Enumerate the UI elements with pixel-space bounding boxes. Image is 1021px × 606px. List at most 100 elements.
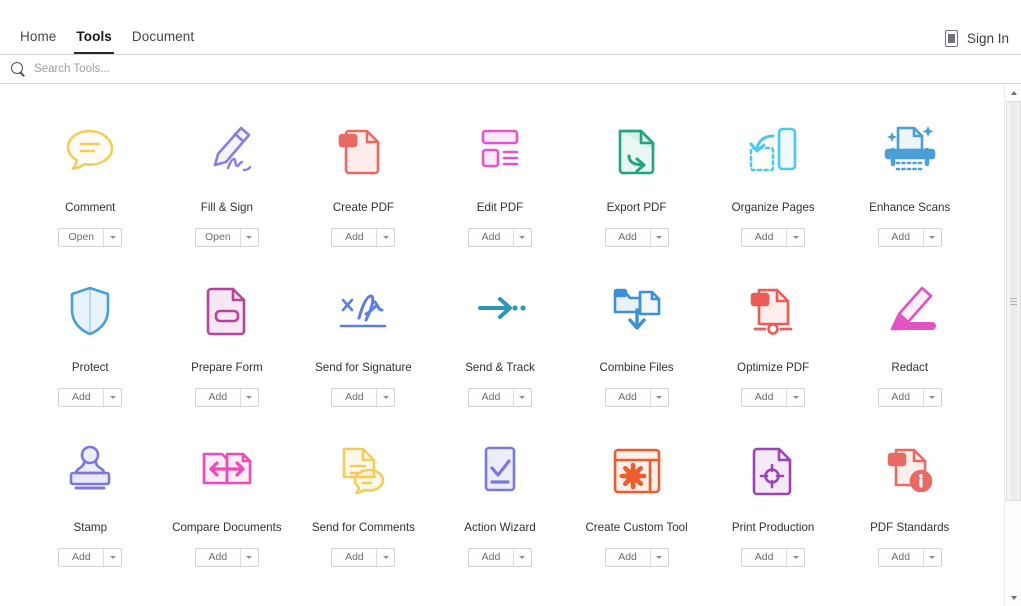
- chevron-down-icon[interactable]: [241, 389, 258, 406]
- tool-action-button[interactable]: Add: [877, 547, 942, 567]
- custom-tool-gear-icon[interactable]: [605, 440, 669, 502]
- chevron-down-icon[interactable]: [514, 549, 531, 566]
- tool-card[interactable]: Combine Files Add: [568, 266, 705, 426]
- chevron-down-icon[interactable]: [651, 229, 668, 246]
- tool-card[interactable]: Protect Add: [22, 266, 159, 426]
- enhance-scans-icon[interactable]: [878, 120, 942, 182]
- tool-action-button[interactable]: Add: [331, 227, 396, 247]
- redact-marker-icon[interactable]: [878, 280, 942, 342]
- tool-card[interactable]: Edit PDF Add: [432, 106, 569, 266]
- send-track-icon[interactable]: [468, 280, 532, 342]
- tool-action-button[interactable]: Add: [604, 387, 669, 407]
- tool-action-label[interactable]: Open: [196, 228, 241, 246]
- sign-in-button[interactable]: Sign In: [967, 31, 1009, 46]
- tool-action-label[interactable]: Add: [196, 548, 241, 566]
- action-wizard-icon[interactable]: [468, 440, 532, 502]
- export-pdf-icon[interactable]: [605, 120, 669, 182]
- tool-action-button[interactable]: Add: [741, 387, 806, 407]
- tool-action-label[interactable]: Add: [469, 388, 514, 406]
- scrollbar-thumb[interactable]: [1006, 101, 1021, 501]
- tool-card[interactable]: Organize Pages Add: [705, 106, 842, 266]
- tool-action-label[interactable]: Open: [59, 228, 105, 246]
- tool-action-label[interactable]: Add: [196, 388, 241, 406]
- tool-action-label[interactable]: Add: [606, 388, 651, 406]
- nav-tab-tools[interactable]: Tools: [66, 29, 122, 54]
- tool-action-label[interactable]: Add: [742, 548, 788, 566]
- tool-action-label[interactable]: Add: [332, 228, 378, 246]
- comment-bubble-icon[interactable]: [58, 120, 122, 182]
- scroll-up-arrow-icon[interactable]: [1005, 84, 1021, 101]
- tool-action-label[interactable]: Add: [879, 388, 924, 406]
- optimize-pdf-icon[interactable]: [741, 280, 805, 342]
- nav-tab-home[interactable]: Home: [10, 29, 66, 54]
- prepare-form-icon[interactable]: [195, 280, 259, 342]
- tool-card[interactable]: Optimize PDF Add: [705, 266, 842, 426]
- tool-action-button[interactable]: Add: [604, 547, 669, 567]
- tool-action-button[interactable]: Add: [604, 227, 669, 247]
- search-input[interactable]: [34, 63, 334, 75]
- chevron-down-icon[interactable]: [104, 549, 121, 566]
- tool-action-label[interactable]: Add: [469, 548, 514, 566]
- tool-action-button[interactable]: Add: [467, 387, 532, 407]
- tool-action-button[interactable]: Add: [877, 227, 942, 247]
- chevron-down-icon[interactable]: [377, 389, 394, 406]
- combine-files-icon[interactable]: [605, 280, 669, 342]
- chevron-down-icon[interactable]: [924, 549, 941, 566]
- tool-action-button[interactable]: Add: [877, 387, 942, 407]
- tool-card[interactable]: Send for Comments Add: [295, 426, 432, 586]
- tool-action-label[interactable]: Add: [879, 228, 924, 246]
- tool-action-button[interactable]: Add: [194, 387, 259, 407]
- tool-action-button[interactable]: Open: [58, 227, 123, 247]
- tool-action-label[interactable]: Add: [59, 548, 105, 566]
- nav-tab-document[interactable]: Document: [122, 29, 204, 54]
- pen-signature-icon[interactable]: [195, 120, 259, 182]
- tool-action-label[interactable]: Add: [606, 228, 651, 246]
- tool-card[interactable]: Action Wizard Add: [432, 426, 569, 586]
- tool-action-button[interactable]: Open: [194, 227, 259, 247]
- chevron-down-icon[interactable]: [241, 229, 258, 246]
- tool-action-label[interactable]: Add: [469, 228, 514, 246]
- tool-action-button[interactable]: Add: [58, 547, 123, 567]
- chevron-down-icon[interactable]: [787, 229, 804, 246]
- chevron-down-icon[interactable]: [514, 229, 531, 246]
- print-production-icon[interactable]: [741, 440, 805, 502]
- tool-action-button[interactable]: Add: [741, 547, 806, 567]
- mobile-device-icon[interactable]: [944, 30, 958, 47]
- tool-action-button[interactable]: Add: [194, 547, 259, 567]
- tool-card[interactable]: Send & Track Add: [432, 266, 569, 426]
- stamp-icon[interactable]: [58, 440, 122, 502]
- tool-card[interactable]: Create Custom Tool Add: [568, 426, 705, 586]
- tool-action-button[interactable]: Add: [467, 227, 532, 247]
- tool-action-label[interactable]: Add: [879, 548, 924, 566]
- chevron-down-icon[interactable]: [104, 389, 121, 406]
- organize-pages-icon[interactable]: [741, 120, 805, 182]
- tool-action-label[interactable]: Add: [606, 548, 651, 566]
- tool-action-button[interactable]: Add: [331, 387, 396, 407]
- tool-card[interactable]: Create PDF Add: [295, 106, 432, 266]
- scroll-down-arrow-icon[interactable]: [1005, 589, 1021, 606]
- create-pdf-icon[interactable]: [331, 120, 395, 182]
- tool-action-button[interactable]: Add: [741, 227, 806, 247]
- tool-card[interactable]: Comment Open: [22, 106, 159, 266]
- tool-card[interactable]: Prepare Form Add: [159, 266, 296, 426]
- send-comments-icon[interactable]: [331, 440, 395, 502]
- chevron-down-icon[interactable]: [651, 549, 668, 566]
- tool-card[interactable]: Fill & Sign Open: [159, 106, 296, 266]
- tool-action-button[interactable]: Add: [58, 387, 123, 407]
- edit-pdf-icon[interactable]: [468, 120, 532, 182]
- tool-card[interactable]: Enhance Scans Add: [841, 106, 978, 266]
- tool-action-label[interactable]: Add: [742, 228, 788, 246]
- tool-action-button[interactable]: Add: [331, 547, 396, 567]
- tool-action-label[interactable]: Add: [742, 388, 788, 406]
- chevron-down-icon[interactable]: [104, 229, 121, 246]
- scrollbar-track[interactable]: [1005, 101, 1021, 589]
- shield-icon[interactable]: [58, 280, 122, 342]
- chevron-down-icon[interactable]: [514, 389, 531, 406]
- chevron-down-icon[interactable]: [924, 229, 941, 246]
- pdf-standards-icon[interactable]: [878, 440, 942, 502]
- chevron-down-icon[interactable]: [377, 549, 394, 566]
- compare-documents-icon[interactable]: [195, 440, 259, 502]
- tool-action-label[interactable]: Add: [332, 548, 378, 566]
- tool-card[interactable]: Export PDF Add: [568, 106, 705, 266]
- chevron-down-icon[interactable]: [241, 549, 258, 566]
